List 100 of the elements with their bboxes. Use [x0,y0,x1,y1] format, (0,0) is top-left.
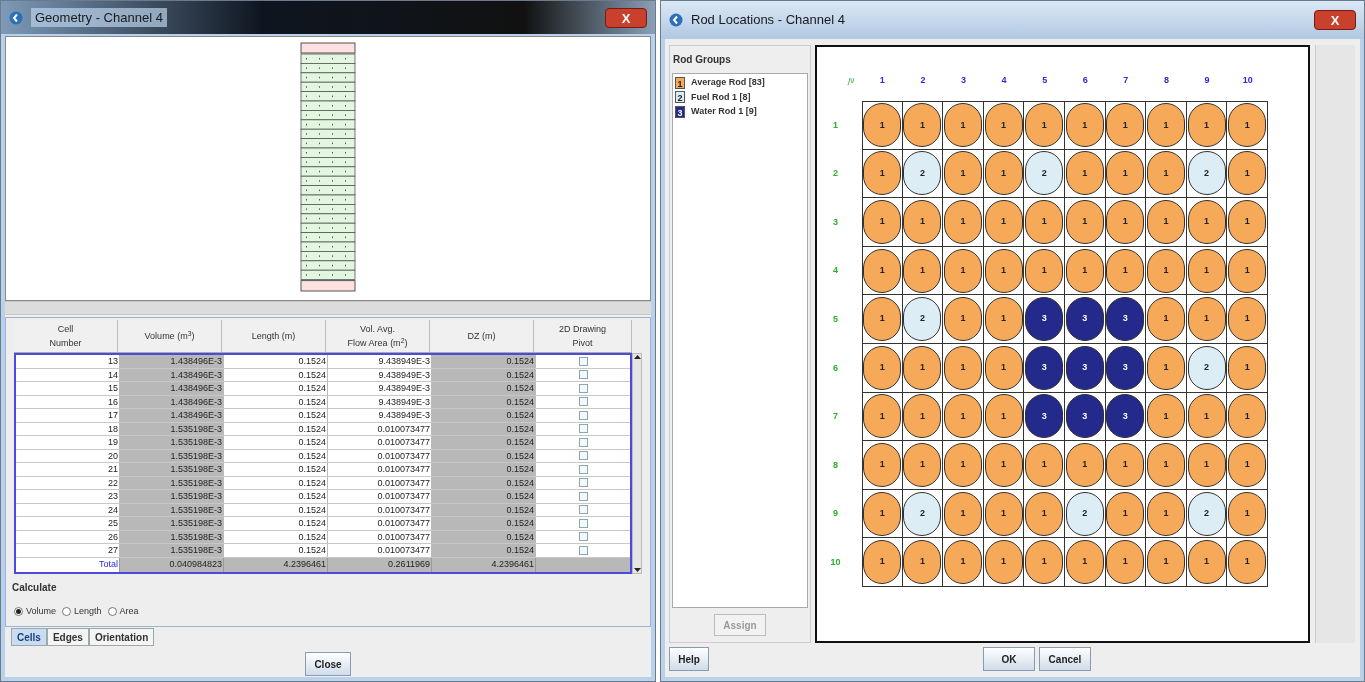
column-header: 2D Drawing Pivot [559,323,606,350]
checkbox[interactable] [578,478,588,488]
checkbox[interactable] [578,545,588,555]
table-cell: 1.535198E-3 [120,463,224,476]
table-cell: 0.1524 [224,409,328,422]
table-cell: 0.1524 [432,355,536,368]
column-label: 6 [1081,73,1089,87]
table-cell: 9.438949E-3 [328,355,432,368]
tab[interactable]: Edges [46,628,89,646]
table-cell: 0.1524 [432,463,536,476]
checkbox[interactable] [578,491,588,501]
checkbox[interactable] [578,464,588,474]
table-cell: 1.535198E-3 [120,490,224,503]
row-label: 6 [832,361,839,375]
table-cell: 0.010073477 [328,544,432,557]
row-label: 4 [832,264,839,278]
table-cell: 27 [16,544,120,557]
table-cell: 0.1524 [432,436,536,449]
table-cell: 0.1524 [224,463,328,476]
window-title: Rod Locations - Channel 4 [691,11,845,30]
column-label: 2 [919,73,927,87]
checkbox[interactable] [578,505,588,515]
tab[interactable]: Orientation [88,628,155,646]
row-label: 1 [832,118,839,132]
dialog-button[interactable]: OK [983,647,1035,671]
table-cell: 0.1524 [432,517,536,530]
table-cell: 1.438496E-3 [120,409,224,422]
radio-button[interactable]: Length [62,604,102,618]
table-cell: 0.1524 [432,409,536,422]
checkbox[interactable] [578,397,588,407]
table-cell: 0.1524 [224,355,328,368]
column-label: 1 [878,73,886,87]
checkbox[interactable] [578,451,588,461]
table-cell: 1.535198E-3 [120,517,224,530]
radio-button[interactable]: Volume [14,604,57,618]
column-header: Vol. Avg. Flow Area (m$^{2}$) [347,323,408,350]
row-label: 9 [832,507,839,521]
row-label: 8 [832,458,839,472]
column-header: Cell Number [49,323,82,350]
checkbox[interactable] [578,424,588,434]
table-cell: 1.438496E-3 [120,382,224,395]
column-label: 5 [1041,73,1049,87]
checkbox[interactable] [578,356,588,366]
list-item[interactable]: Fuel Rod 1 [8] [691,90,751,104]
checkbox[interactable] [578,518,588,528]
table-cell: 0.1524 [224,517,328,530]
table-cell: 0.1524 [224,436,328,449]
row-label: 5 [832,312,839,326]
column-header: Length (m) [251,330,296,343]
group-swatch: 1 [675,76,685,89]
checkbox[interactable] [578,410,588,420]
dialog-button[interactable]: Cancel [1039,647,1091,671]
group-swatch: 2 [675,91,685,104]
table-cell: 15 [16,382,120,395]
table-cell: 0.010073477 [328,517,432,530]
row-label: 10 [829,555,842,569]
column-label: 4 [1000,73,1008,87]
column-label: 7 [1122,73,1130,87]
table-cell: 0.1524 [432,490,536,503]
checkbox[interactable] [578,437,588,447]
list-item[interactable]: Average Rod [83] [691,76,765,90]
row-label: 3 [832,215,839,229]
table-cell: 1.535198E-3 [120,436,224,449]
table-cell: 0.010073477 [328,490,432,503]
radio-button[interactable]: Area [107,604,139,618]
table-cell: 21 [16,463,120,476]
table-cell: 19 [16,436,120,449]
group-swatch: 3 [675,105,685,118]
tab[interactable]: Cells [11,628,47,646]
table-cell: 1.535198E-3 [120,544,224,557]
scroll-down-icon[interactable] [633,566,641,573]
table-cell: 0.1524 [224,382,328,395]
scroll-up-icon[interactable] [633,354,641,360]
app-icon [669,13,683,27]
checkbox[interactable] [578,383,588,393]
table-cell: 1.438496E-3 [120,355,224,368]
row-label: 7 [832,410,839,424]
help-button[interactable]: Help [669,647,709,671]
section-title: Calculate [12,580,58,595]
checkbox[interactable] [578,532,588,542]
row-label: 2 [832,167,839,181]
panel-title: Rod Groups [673,53,732,67]
table-cell: 0.1524 [224,544,328,557]
scrollbar[interactable] [632,353,642,574]
column-header: Volume (m$^{3}$) [144,329,195,343]
list-item[interactable]: Water Rod 1 [9] [691,105,757,119]
table-cell: 13 [16,355,120,368]
table-cell: 0.1524 [432,382,536,395]
column-label: 8 [1162,73,1170,87]
table-cell: 17 [16,409,120,422]
close-button[interactable]: Close [305,652,351,676]
table-cell: 0.010073477 [328,463,432,476]
table-cell: 0.1524 [224,490,328,503]
close-button[interactable]: X [605,7,647,28]
checkbox[interactable] [578,370,588,380]
column-header: DZ (m) [467,330,496,343]
table-cell: 23 [16,490,120,503]
close-button[interactable]: X [1314,10,1356,30]
table-cell: 9.438949E-3 [328,409,432,422]
column-label: 3 [959,73,967,87]
